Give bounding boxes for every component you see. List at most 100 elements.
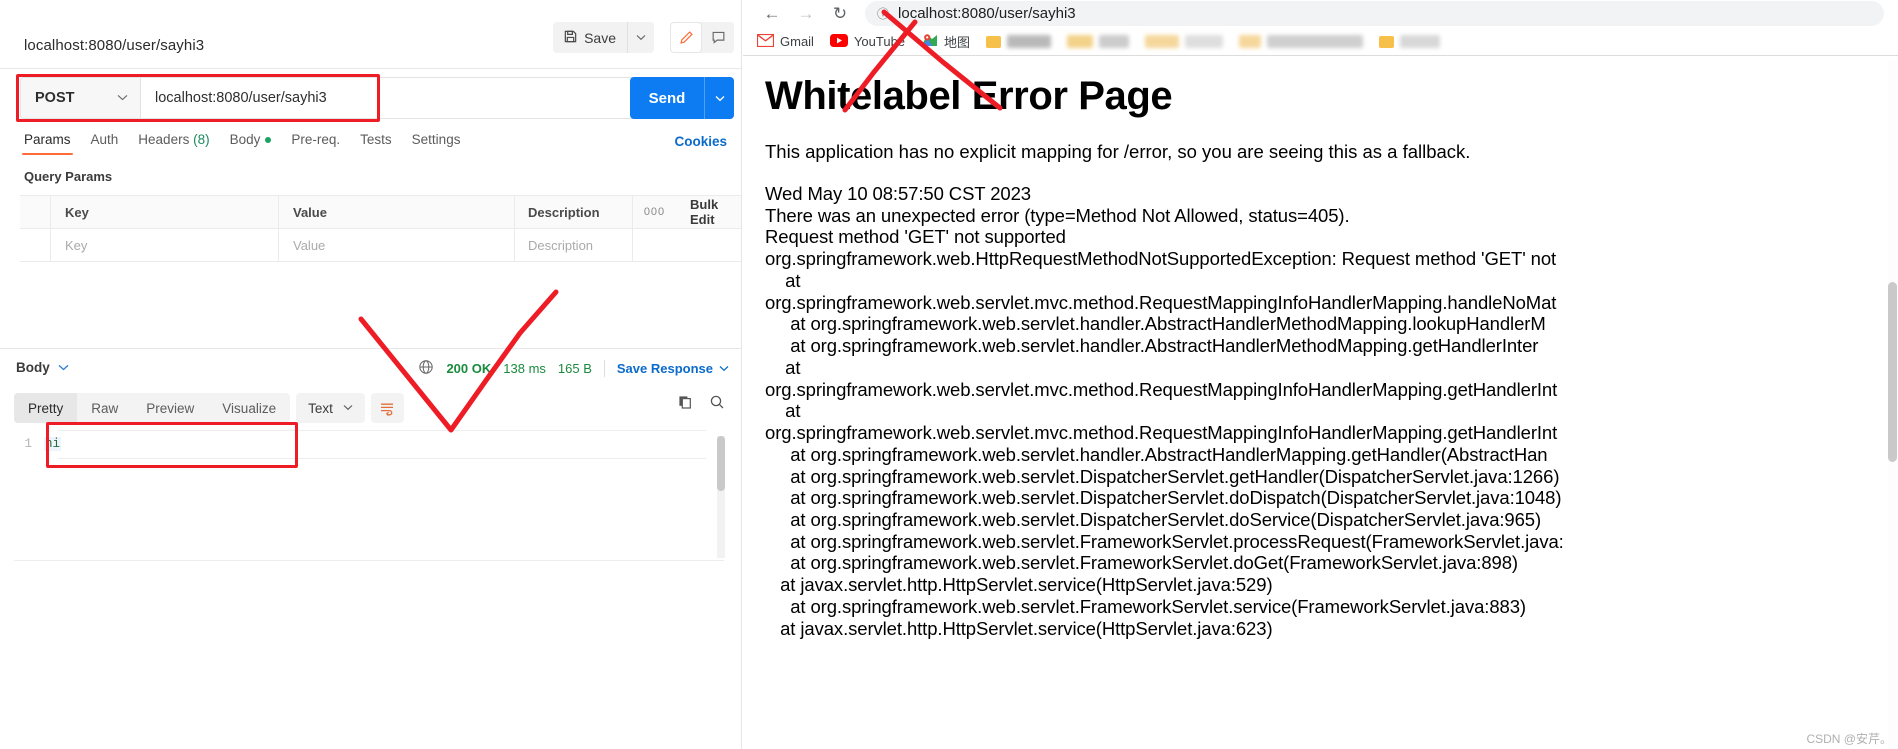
view-tab-preview[interactable]: Preview xyxy=(132,393,208,423)
bookmark-youtube-label: YouTube xyxy=(853,34,906,49)
address-bar[interactable]: ⓘ localhost:8080/user/sayhi3 xyxy=(865,1,1884,26)
bookmark-maps-label: 地图 xyxy=(944,35,971,50)
response-separator xyxy=(0,348,741,349)
response-format-select[interactable]: Text xyxy=(296,393,365,423)
tab-headers-count: (8) xyxy=(193,132,210,147)
back-icon[interactable]: ← xyxy=(755,4,789,24)
bulk-edit-button[interactable]: Bulk Edit xyxy=(690,197,741,227)
tab-headers-label: Headers xyxy=(138,132,190,147)
gmail-icon xyxy=(756,33,775,50)
row-value-placeholder[interactable]: Value xyxy=(293,238,325,253)
bookmark-folder-2[interactable] xyxy=(1067,35,1130,48)
page-scrollbar[interactable] xyxy=(1887,60,1898,749)
copy-icon[interactable] xyxy=(677,394,693,415)
error-page-content: Whitelabel Error Page This application h… xyxy=(753,60,1898,749)
edit-pencil-icon[interactable] xyxy=(670,22,702,53)
row-checkbox-cell[interactable] xyxy=(20,228,51,262)
tab-params[interactable]: Params xyxy=(14,132,81,155)
line-number: 1 xyxy=(24,437,32,451)
search-icon[interactable] xyxy=(709,394,725,415)
folder-icon-blurred xyxy=(1239,35,1262,48)
watermark: CSDN @安芹。 xyxy=(1806,732,1892,746)
body-modified-dot-icon xyxy=(265,137,272,144)
chevron-down-icon xyxy=(117,92,128,104)
send-group: Send xyxy=(630,77,734,119)
browser-panel: ← → ↻ ⓘ localhost:8080/user/sayhi3 Gmail xyxy=(743,0,1898,749)
line-text: hi xyxy=(44,437,62,451)
column-header-value: Value xyxy=(293,204,327,220)
request-url-row: POST xyxy=(20,77,734,119)
query-params-title: Query Params xyxy=(24,169,113,184)
bookmark-maps[interactable]: 地图 xyxy=(921,32,970,51)
tab-tests[interactable]: Tests xyxy=(350,132,402,155)
chevron-down-icon xyxy=(343,402,353,414)
table-bottom-border xyxy=(20,261,741,262)
tab-settings[interactable]: Settings xyxy=(402,132,471,155)
row-key-placeholder[interactable]: Key xyxy=(65,238,87,253)
response-size: 165 B xyxy=(557,361,592,376)
folder-icon xyxy=(986,35,1002,48)
bookmark-gmail[interactable]: Gmail xyxy=(756,33,814,50)
postman-top-bar: localhost:8080/user/sayhi3 Save xyxy=(0,22,741,68)
column-header-description: Description xyxy=(528,204,600,220)
response-meta: 200 OK 138 ms 165 B Save Response xyxy=(418,359,729,378)
save-icon xyxy=(563,29,578,47)
bookmark-folder-4[interactable] xyxy=(1239,35,1364,48)
forward-icon[interactable]: → xyxy=(789,4,823,24)
tab-headers[interactable]: Headers (8) xyxy=(128,132,219,155)
save-group: Save xyxy=(553,22,654,53)
view-tab-visualize[interactable]: Visualize xyxy=(208,393,290,423)
send-button[interactable]: Send xyxy=(630,77,704,119)
tab-tests-label: Tests xyxy=(360,132,392,147)
bookmark-folder-3[interactable] xyxy=(1145,35,1224,48)
folder-icon-blurred xyxy=(1067,35,1094,48)
send-dropdown-caret[interactable] xyxy=(704,77,734,119)
response-scrollbar[interactable] xyxy=(717,436,725,558)
wrap-lines-button[interactable] xyxy=(370,393,404,423)
cookies-link[interactable]: Cookies xyxy=(674,134,727,149)
save-dropdown-caret[interactable] xyxy=(627,22,654,53)
reload-icon[interactable]: ↻ xyxy=(823,4,857,24)
tab-auth[interactable]: Auth xyxy=(81,132,129,155)
save-button[interactable]: Save xyxy=(553,22,627,53)
bookmark-folder-5[interactable] xyxy=(1379,35,1441,48)
row-options-spacer xyxy=(632,228,676,262)
response-time: 138 ms xyxy=(503,361,546,376)
top-bar-actions: Save xyxy=(553,22,734,53)
query-params-table: Key Value Description 000 Bulk Edit Key … xyxy=(20,195,741,262)
table-options-icon[interactable]: 000 xyxy=(632,195,676,229)
top-divider xyxy=(0,68,741,69)
request-tabs: Params Auth Headers (8) Body Pre-req. Te… xyxy=(14,132,470,155)
youtube-icon xyxy=(829,33,848,50)
bookmark-folder-1[interactable] xyxy=(986,35,1052,48)
response-status: 200 OK xyxy=(446,361,492,376)
table-header-row: Key Value Description 000 Bulk Edit xyxy=(20,195,741,229)
view-tab-raw[interactable]: Raw xyxy=(77,393,132,423)
page-scrollbar-thumb[interactable] xyxy=(1888,282,1897,462)
view-tab-pretty[interactable]: Pretty xyxy=(14,393,78,423)
bookmark-blurred-label xyxy=(1099,35,1130,48)
globe-icon xyxy=(418,359,434,378)
response-body-viewer[interactable]: 1 hi xyxy=(14,430,724,560)
response-body-label: Body xyxy=(16,360,50,375)
save-response-button[interactable]: Save Response xyxy=(617,361,729,376)
save-response-label: Save Response xyxy=(616,361,713,376)
tab-prerequest[interactable]: Pre-req. xyxy=(281,132,350,155)
bookmark-youtube[interactable]: YouTube xyxy=(829,33,906,50)
response-scrollbar-thumb[interactable] xyxy=(717,436,725,491)
folder-icon xyxy=(1379,35,1395,48)
row-description-placeholder[interactable]: Description xyxy=(528,238,593,253)
http-method-select[interactable]: POST xyxy=(21,78,141,118)
bookmark-blurred-label xyxy=(1267,35,1364,48)
response-format-value: Text xyxy=(308,400,333,416)
comment-icon[interactable] xyxy=(702,22,734,53)
address-bar-url: localhost:8080/user/sayhi3 xyxy=(898,5,1076,22)
header-checkbox-cell xyxy=(20,195,51,229)
tab-body[interactable]: Body xyxy=(220,132,282,155)
response-body-selector[interactable]: Body xyxy=(16,360,69,375)
bookmark-blurred-label xyxy=(1185,35,1224,48)
tab-settings-label: Settings xyxy=(411,132,461,147)
bookmark-gmail-label: Gmail xyxy=(780,34,814,49)
table-row[interactable]: Key Value Description xyxy=(20,228,741,262)
site-info-icon[interactable]: ⓘ xyxy=(877,5,889,22)
